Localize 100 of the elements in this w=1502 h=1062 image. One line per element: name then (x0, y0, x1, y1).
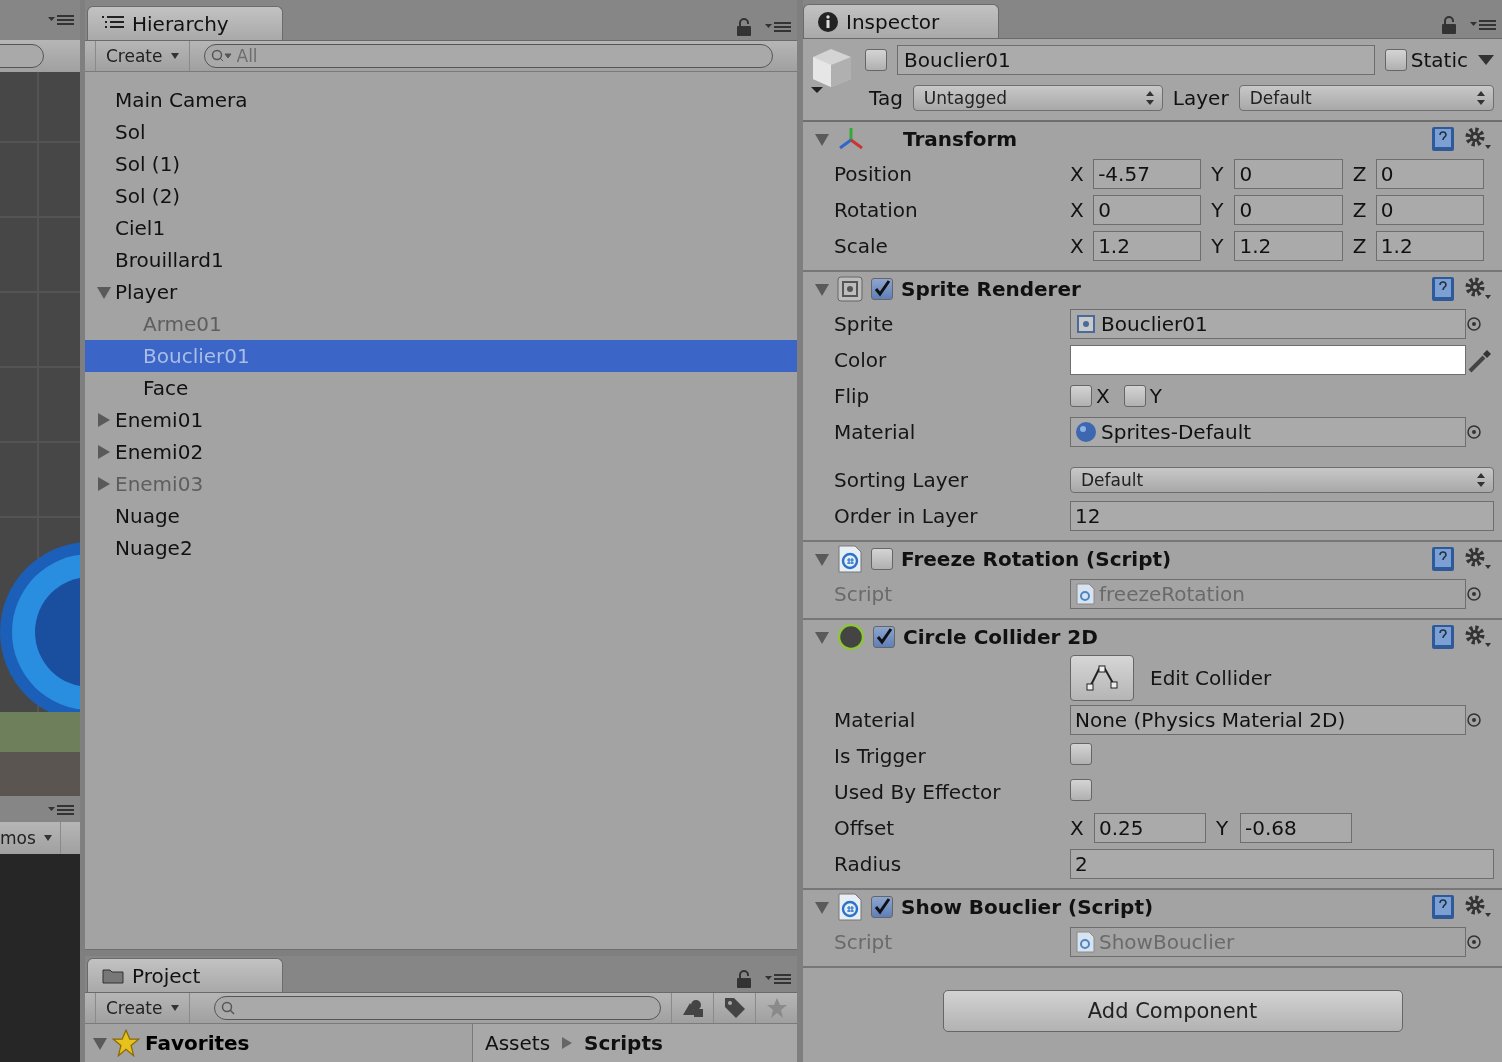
expand-arrow-icon[interactable] (815, 282, 829, 296)
object-picker-icon[interactable] (1466, 316, 1482, 332)
number-field[interactable]: 0 (1093, 195, 1202, 225)
property-label: Position (834, 162, 913, 186)
circle-collider-icon (837, 623, 865, 651)
number-field[interactable]: -0.68 (1240, 813, 1352, 843)
enabled-checkbox[interactable] (871, 548, 893, 570)
number-field[interactable]: 2 (1070, 849, 1494, 879)
expand-arrow-icon[interactable] (815, 630, 829, 644)
sprite-icon (1075, 313, 1097, 335)
panel-menu-icon[interactable] (765, 21, 791, 33)
number-field[interactable]: 0 (1234, 159, 1343, 189)
checkbox-label: Y (1149, 384, 1162, 408)
number-field[interactable]: 1.2 (1093, 231, 1202, 261)
hierarchy-item[interactable]: Sol (85, 116, 797, 148)
number-field[interactable]: 0 (1375, 159, 1484, 189)
expand-arrow-icon[interactable] (815, 132, 829, 146)
tag-dropdown[interactable]: Untagged (912, 85, 1163, 111)
favorites-label[interactable]: Favorites (145, 1031, 250, 1055)
number-field[interactable]: 0 (1375, 195, 1484, 225)
create-button[interactable]: Create (95, 41, 190, 71)
number-field[interactable]: 0.25 (1094, 813, 1206, 843)
stepper-icon (1477, 91, 1485, 105)
lock-icon[interactable] (737, 970, 751, 988)
breadcrumb-item[interactable]: Assets (485, 1031, 551, 1055)
help-book-icon[interactable] (1430, 546, 1456, 572)
caret-icon (43, 835, 52, 841)
edit-collider-button[interactable] (1070, 655, 1134, 701)
hierarchy-item[interactable]: Sol (2) (85, 180, 797, 212)
hierarchy-tab[interactable]: Hierarchy (87, 6, 283, 40)
hierarchy-item[interactable]: Face (85, 372, 797, 404)
expand-arrow-icon[interactable] (97, 413, 111, 427)
hierarchy-item[interactable]: Enemi02 (85, 436, 797, 468)
layer-dropdown[interactable]: Default (1238, 85, 1494, 111)
object-picker-icon[interactable] (1466, 712, 1482, 728)
object-field[interactable]: Bouclier01 (1070, 309, 1466, 339)
project-tab[interactable]: Project (87, 958, 283, 992)
hierarchy-item[interactable]: Ciel1 (85, 212, 797, 244)
lock-icon[interactable] (737, 18, 751, 36)
number-field[interactable]: 1.2 (1375, 231, 1484, 261)
number-field[interactable]: 0 (1234, 195, 1343, 225)
hierarchy-item[interactable]: Brouillard1 (85, 244, 797, 276)
breadcrumb-item[interactable]: Scripts (584, 1031, 663, 1055)
number-field[interactable]: 12 (1070, 501, 1494, 531)
component-title: Freeze Rotation (Script) (901, 547, 1173, 571)
panel-menu-icon[interactable] (48, 804, 74, 816)
checkbox[interactable] (1123, 385, 1146, 407)
create-button[interactable]: Create (95, 993, 190, 1023)
property-label: Radius (834, 852, 903, 876)
checkbox[interactable] (1070, 779, 1092, 801)
active-checkbox[interactable] (865, 49, 887, 71)
component-title: Circle Collider 2D (903, 625, 1099, 649)
inspector-tab[interactable]: Inspector (803, 4, 999, 38)
panel-menu-icon[interactable] (48, 14, 74, 26)
hierarchy-item[interactable]: Main Camera (85, 84, 797, 116)
expand-arrow-icon[interactable] (97, 445, 111, 459)
expand-arrow-icon[interactable] (93, 1036, 107, 1050)
help-book-icon[interactable] (1430, 126, 1456, 152)
hierarchy-item[interactable]: Nuage2 (85, 532, 797, 564)
help-book-icon[interactable] (1430, 894, 1456, 920)
hierarchy-item[interactable]: Player (85, 276, 797, 308)
checkmark-icon (875, 628, 893, 646)
number-field[interactable]: 1.2 (1234, 231, 1343, 261)
property-label: Offset (834, 816, 896, 840)
search-field[interactable]: All (203, 44, 773, 68)
color-field[interactable] (1070, 345, 1466, 375)
hierarchy-item[interactable]: Enemi01 (85, 404, 797, 436)
script-file-icon (1075, 931, 1095, 953)
expand-arrow-icon[interactable] (97, 285, 111, 299)
search-field[interactable] (213, 996, 661, 1020)
checkbox[interactable] (1070, 743, 1092, 765)
object-field[interactable]: Sprites-Default (1070, 417, 1466, 447)
help-book-icon[interactable] (1430, 276, 1456, 302)
lock-icon[interactable] (1442, 16, 1456, 34)
name-field[interactable]: Bouclier01 (897, 45, 1375, 75)
axis-label: Y (1216, 816, 1230, 840)
enabled-checkbox[interactable] (873, 626, 895, 648)
enabled-checkbox[interactable] (871, 278, 893, 300)
dropdown-arrow-icon[interactable] (1478, 55, 1494, 65)
expand-arrow-icon[interactable] (815, 900, 829, 914)
add-component-button[interactable]: Add Component (942, 990, 1403, 1032)
help-book-icon[interactable] (1430, 624, 1456, 650)
expand-arrow-icon[interactable] (815, 552, 829, 566)
object-field[interactable]: None (Physics Material 2D) (1070, 705, 1466, 735)
dropdown[interactable]: Default (1070, 467, 1494, 493)
object-picker-icon[interactable] (1466, 586, 1482, 602)
panel-menu-icon[interactable] (765, 973, 791, 985)
number-field[interactable]: -4.57 (1093, 159, 1202, 189)
object-picker-icon[interactable] (1466, 424, 1482, 440)
property-label: Sorting Layer (834, 468, 970, 492)
caret-icon (170, 53, 179, 59)
hierarchy-item[interactable]: Nuage (85, 500, 797, 532)
object-picker-icon[interactable] (1466, 934, 1482, 950)
checkbox-label: X (1096, 384, 1110, 408)
hierarchy-item[interactable]: Sol (1) (85, 148, 797, 180)
checkbox[interactable] (1070, 385, 1092, 407)
enabled-checkbox[interactable] (871, 896, 893, 918)
stepper-icon (1145, 91, 1154, 105)
static-checkbox[interactable] (1384, 49, 1407, 71)
panel-menu-icon[interactable] (1470, 19, 1496, 31)
